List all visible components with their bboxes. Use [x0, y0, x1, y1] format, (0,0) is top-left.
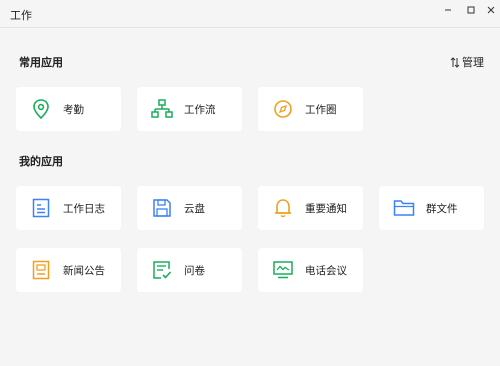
- compass-icon: [272, 98, 294, 120]
- news-icon: [30, 259, 52, 281]
- app-card-cloud-disk[interactable]: 云盘: [137, 186, 242, 230]
- survey-icon: [151, 259, 173, 281]
- app-card-work-log[interactable]: 工作日志: [16, 186, 121, 230]
- maximize-icon: [467, 6, 475, 14]
- app-label: 新闻公告: [63, 265, 105, 277]
- close-icon: [487, 6, 495, 14]
- maximize-button[interactable]: [464, 3, 478, 17]
- window-title: 工作: [10, 9, 32, 22]
- app-card-group-files[interactable]: 群文件: [379, 186, 484, 230]
- app-card-attendance[interactable]: 考勤: [16, 87, 121, 131]
- bell-icon: [272, 197, 294, 219]
- document-icon: [30, 197, 52, 219]
- my-apps-title: 我的应用: [19, 155, 63, 168]
- workflow-icon: [151, 98, 173, 120]
- app-label: 云盘: [184, 203, 205, 215]
- common-apps-title: 常用应用: [19, 56, 63, 69]
- app-card-important-notice[interactable]: 重要通知: [258, 186, 363, 230]
- app-card-conference-call[interactable]: 电话会议: [258, 248, 363, 292]
- minimize-icon: [445, 9, 451, 11]
- manage-button[interactable]: 管理: [450, 54, 484, 70]
- title-bar: 工作: [0, 0, 500, 28]
- app-card-workflow[interactable]: 工作流: [137, 87, 242, 131]
- app-label: 工作日志: [63, 203, 105, 215]
- sort-icon: [450, 56, 460, 68]
- manage-label: 管理: [462, 56, 484, 69]
- location-pin-icon: [30, 98, 52, 120]
- monitor-icon: [272, 259, 294, 281]
- app-label: 重要通知: [305, 203, 347, 215]
- app-label: 考勤: [63, 104, 84, 116]
- app-card-news[interactable]: 新闻公告: [16, 248, 121, 292]
- app-card-survey[interactable]: 问卷: [137, 248, 242, 292]
- folder-icon: [393, 197, 415, 219]
- app-label: 工作流: [184, 104, 216, 116]
- minimize-button[interactable]: [441, 3, 455, 17]
- app-label: 电话会议: [305, 265, 347, 277]
- close-button[interactable]: [484, 3, 498, 17]
- app-label: 群文件: [426, 203, 458, 215]
- app-card-work-circle[interactable]: 工作圈: [258, 87, 363, 131]
- app-label: 工作圈: [305, 104, 337, 116]
- disk-icon: [151, 197, 173, 219]
- app-label: 问卷: [184, 265, 205, 277]
